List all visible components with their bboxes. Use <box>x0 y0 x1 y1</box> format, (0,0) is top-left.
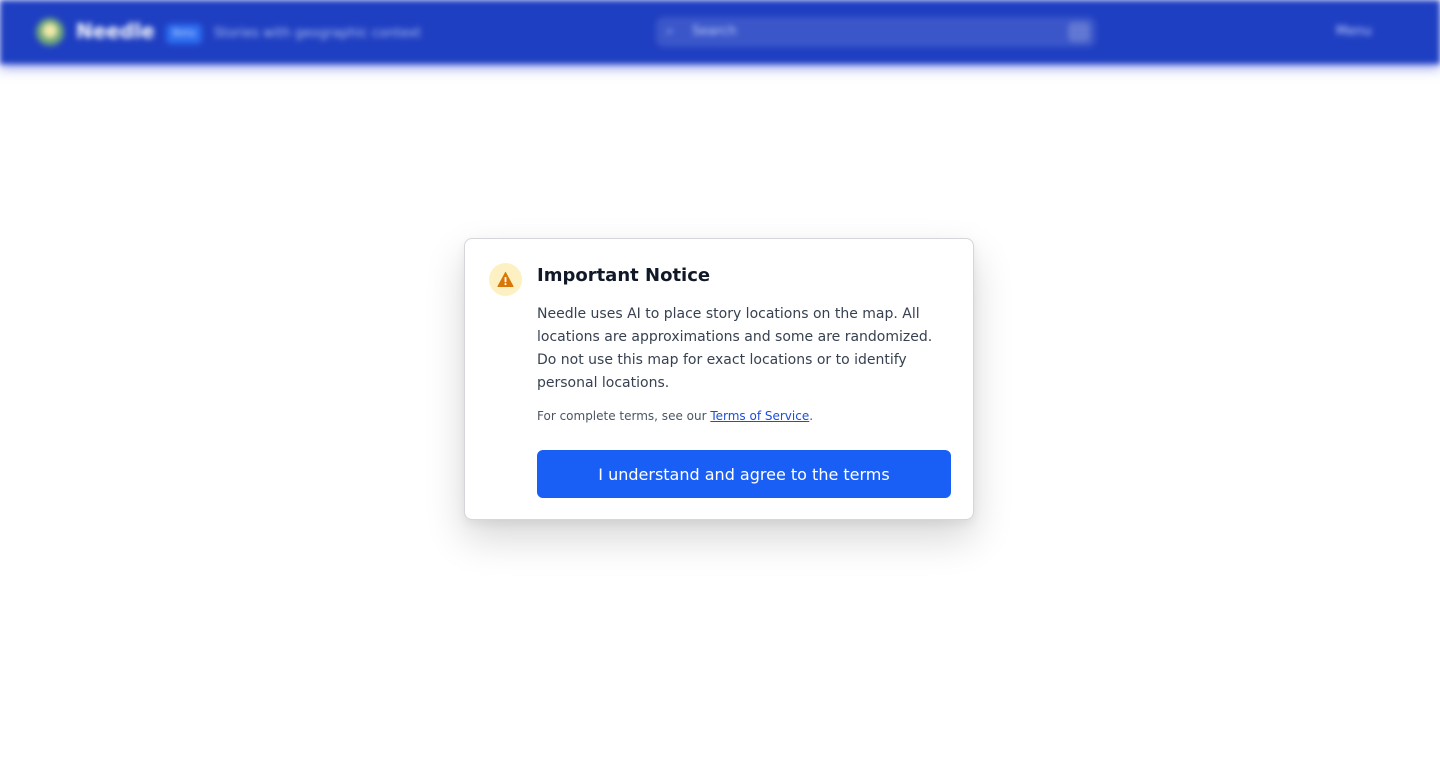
search-placeholder: Search <box>692 24 737 39</box>
search-input[interactable]: ⌕ Search <box>656 17 1096 47</box>
beta-badge: Beta <box>166 24 202 44</box>
terms-note: For complete terms, see our Terms of Ser… <box>537 409 813 423</box>
menu-button[interactable]: Menu <box>1336 24 1372 39</box>
agree-button[interactable]: I understand and agree to the terms <box>537 450 951 498</box>
terms-of-service-link[interactable]: Terms of Service <box>710 409 809 423</box>
terms-suffix: . <box>809 409 814 423</box>
modal-title: Important Notice <box>537 265 711 286</box>
terms-prefix: For complete terms, see our <box>537 409 711 423</box>
warning-icon <box>489 263 522 296</box>
tagline: Stories with geographic context <box>214 26 422 41</box>
modal-body-text: Needle uses AI to place story locations … <box>537 306 933 391</box>
brand-name: Needle <box>76 19 155 43</box>
app-header: Needle Beta Stories with geographic cont… <box>0 0 1440 64</box>
logo-icon <box>36 18 64 46</box>
notice-modal: Important Notice Needle uses AI to place… <box>464 238 974 520</box>
search-icon: ⌕ <box>666 23 674 39</box>
search-button[interactable] <box>1068 22 1090 42</box>
